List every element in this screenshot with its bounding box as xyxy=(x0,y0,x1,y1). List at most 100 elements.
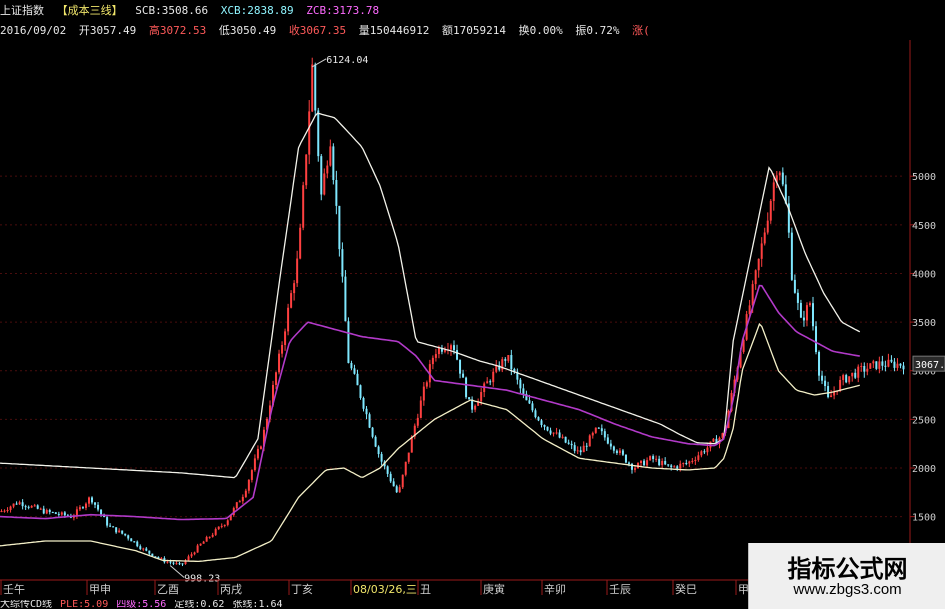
candle-body-47 xyxy=(142,548,145,550)
candle-body-130 xyxy=(392,481,395,487)
watermark-title: 指标公式网 xyxy=(787,555,908,583)
candle-body-150 xyxy=(453,345,456,351)
candle-body-44 xyxy=(133,541,136,543)
candle-body-97 xyxy=(293,283,296,294)
candle-body-252 xyxy=(760,243,763,259)
candle-body-172 xyxy=(519,379,522,389)
candle-body-263 xyxy=(793,279,796,293)
candle-body-20 xyxy=(60,512,63,515)
candle-body-193 xyxy=(582,445,585,453)
candle-body-27 xyxy=(81,507,84,509)
candle-body-92 xyxy=(278,353,281,373)
y-tick-label-0: 1500 xyxy=(912,513,936,524)
indicator-item-1: PLE:5.09 xyxy=(60,600,109,609)
candle-body-250 xyxy=(754,270,757,285)
candle-body-194 xyxy=(585,445,588,447)
annotation-leader-1 xyxy=(169,565,185,578)
candle-body-233 xyxy=(703,451,706,453)
candle-body-71 xyxy=(214,529,217,535)
candle-body-268 xyxy=(808,303,811,306)
candle-body-63 xyxy=(190,554,193,557)
candle-body-272 xyxy=(821,375,824,381)
candle-body-11 xyxy=(33,505,36,507)
candle-body-287 xyxy=(866,368,869,372)
candle-body-294 xyxy=(887,359,890,367)
candle-body-229 xyxy=(691,460,694,462)
candle-body-101 xyxy=(305,154,308,186)
candle-body-221 xyxy=(667,464,670,466)
candle-body-79 xyxy=(238,501,241,503)
candle-body-269 xyxy=(811,303,814,327)
candle-body-254 xyxy=(766,220,769,233)
candle-body-217 xyxy=(655,458,658,460)
candle-body-167 xyxy=(504,359,507,361)
candle-body-117 xyxy=(353,368,356,374)
candle-body-168 xyxy=(507,355,510,361)
candle-body-153 xyxy=(462,373,465,378)
candle-body-112 xyxy=(338,205,341,250)
candle-body-59 xyxy=(178,563,181,565)
candle-body-216 xyxy=(652,456,655,460)
candle-body-162 xyxy=(489,381,492,383)
candle-body-299 xyxy=(902,365,905,370)
candle-body-204 xyxy=(615,450,618,453)
candle-body-213 xyxy=(643,460,646,466)
candle-body-80 xyxy=(241,496,244,502)
candle-body-66 xyxy=(199,543,202,546)
annotation-layer: 6124.04 998.23 3067.4 xyxy=(169,55,945,584)
candle-body-31 xyxy=(94,502,97,505)
current-price-label: 3067.4 xyxy=(915,360,945,371)
candle-body-202 xyxy=(609,443,612,447)
candle-body-118 xyxy=(356,373,359,386)
candle-body-121 xyxy=(365,408,368,415)
candle-body-84 xyxy=(253,458,256,471)
candle-body-133 xyxy=(401,474,404,488)
candle-body-65 xyxy=(196,545,199,553)
candle-body-283 xyxy=(854,372,857,378)
candle-body-72 xyxy=(217,526,220,530)
annotation-label-1: 998.23 xyxy=(184,573,220,584)
candle-body-9 xyxy=(27,506,30,508)
indicator-item-4: 张线:1.64 xyxy=(232,600,283,609)
candle-body-19 xyxy=(57,513,60,515)
candle-body-67 xyxy=(202,541,205,544)
candle-body-223 xyxy=(673,466,676,468)
x-tick-label-6: 丑 xyxy=(420,583,431,596)
candle-body-147 xyxy=(443,350,446,352)
candle-body-182 xyxy=(549,430,552,434)
candle-body-293 xyxy=(884,365,887,367)
candle-body-179 xyxy=(540,420,543,425)
candle-body-12 xyxy=(36,505,39,509)
candle-body-296 xyxy=(893,361,896,368)
candle-body-135 xyxy=(407,452,410,462)
candle-body-267 xyxy=(805,305,808,321)
candle-body-30 xyxy=(91,497,94,503)
candle-body-231 xyxy=(697,455,700,460)
candle-body-191 xyxy=(576,450,579,452)
candle-body-187 xyxy=(564,436,567,443)
candle-body-39 xyxy=(118,530,121,533)
candle-body-292 xyxy=(881,361,884,366)
y-tick-label-7: 5000 xyxy=(912,172,936,183)
candle-body-96 xyxy=(290,293,293,308)
candle-body-214 xyxy=(646,460,649,466)
candle-body-46 xyxy=(139,546,142,550)
watermark-panel: 指标公式网 www.zbgs3.com xyxy=(748,543,945,609)
candle-body-157 xyxy=(474,405,477,410)
candle-body-109 xyxy=(329,146,332,166)
candle-body-3 xyxy=(9,506,12,511)
candle-body-270 xyxy=(815,326,818,352)
candle-body-42 xyxy=(127,535,130,539)
candle-body-192 xyxy=(579,450,582,453)
x-tick-label-9: 壬辰 xyxy=(609,583,631,596)
candle-body-111 xyxy=(335,179,338,206)
x-axis: 壬午 甲申 乙酉 丙戌 丁亥 08/03/26,三丑庚寅 辛卯 壬辰 癸巳甲 xyxy=(0,579,749,596)
candle-body-149 xyxy=(449,345,452,350)
candle-body-215 xyxy=(649,456,652,461)
candle-body-198 xyxy=(597,427,600,429)
kline-chart[interactable]: 15002000250030003500400045005000 6124.04… xyxy=(0,0,945,609)
candle-body-28 xyxy=(84,503,87,508)
candle-body-62 xyxy=(187,556,190,561)
candle-body-129 xyxy=(389,473,392,482)
candle-body-120 xyxy=(362,397,365,409)
